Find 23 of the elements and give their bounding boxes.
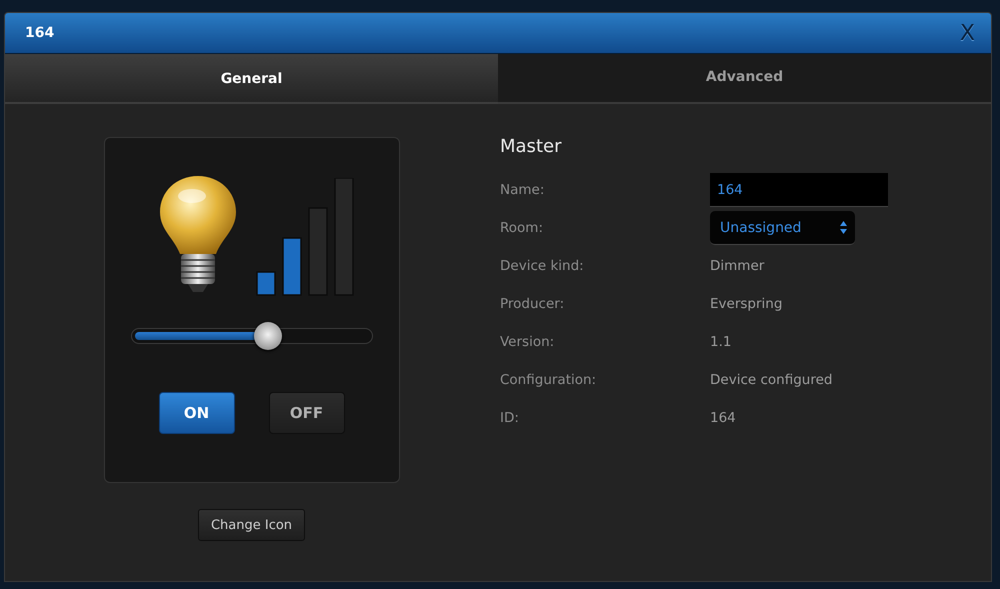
updown-icon — [840, 221, 847, 234]
field-value: 164 — [710, 410, 737, 426]
field-label: Room: — [500, 220, 544, 236]
field-label: Producer: — [500, 296, 566, 312]
field-label: ID: — [500, 410, 520, 426]
power-button[interactable]: OFF — [268, 392, 344, 434]
field-value: 1.1 — [710, 334, 732, 350]
field-value: Everspring — [710, 296, 784, 312]
change-icon-button[interactable]: Change Icon — [198, 509, 306, 541]
tab[interactable]: General — [5, 54, 498, 104]
window-title: 164 — [25, 25, 54, 41]
name-input[interactable]: 164 — [710, 173, 888, 207]
field-label: Configuration: — [500, 372, 598, 388]
slider-thumb[interactable] — [254, 322, 282, 350]
power-button[interactable]: ON — [158, 392, 234, 434]
field-value: Device configured — [710, 372, 834, 388]
field-value: Dimmer — [710, 258, 766, 274]
tab[interactable]: Advanced — [498, 54, 991, 104]
section-heading: Master — [500, 136, 562, 157]
field-label: Version: — [500, 334, 556, 350]
room-select[interactable]: Unassigned — [710, 211, 855, 245]
field-label: Name: — [500, 182, 546, 198]
field-label: Device kind: — [500, 258, 585, 274]
